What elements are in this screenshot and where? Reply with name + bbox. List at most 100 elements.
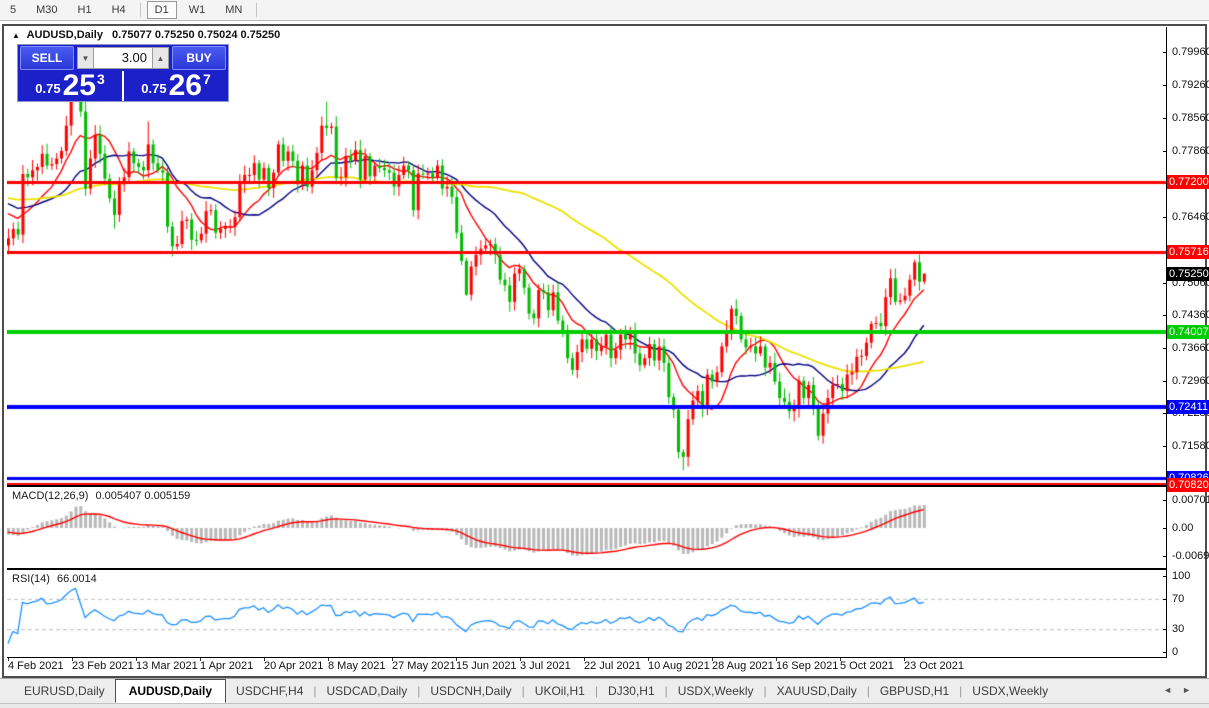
- date-tick-label: 16 Sep 2021: [776, 660, 839, 672]
- buy-price-prefix: 0.75: [141, 81, 167, 96]
- macd-label: MACD(12,26,9) 0.005407 0.005159: [12, 490, 190, 502]
- date-tick-label: 10 Aug 2021: [648, 660, 710, 672]
- timeframe-button-d1[interactable]: D1: [146, 1, 177, 19]
- sell-price-prefix: 0.75: [35, 81, 61, 96]
- tab-usdx-weekly[interactable]: USDX,Weekly: [668, 680, 764, 703]
- date-tick-label: 8 May 2021: [328, 660, 386, 672]
- price-tick-mark: [1163, 150, 1167, 152]
- one-click-trade-panel: SELL ▼ 3.00 ▲ BUY 0.75 25 3 0.75 26 7: [17, 44, 229, 102]
- price-tick-mark: [1163, 85, 1167, 87]
- sell-price-pip-digit: 3: [96, 71, 105, 87]
- price-tick-label: 0.79260: [1172, 79, 1209, 92]
- chart-title: ▲ AUDUSD,Daily 0.75077 0.75250 0.75024 0…: [12, 29, 280, 41]
- price-tick-label: 0.78560: [1172, 112, 1209, 125]
- timeframe-button-h1[interactable]: H1: [70, 1, 100, 19]
- price-tick-mark: [1163, 52, 1167, 54]
- price-tick-mark: [1163, 118, 1167, 120]
- timeframe-button-m30[interactable]: M30: [28, 1, 65, 19]
- timeframe-button-mn[interactable]: MN: [217, 1, 250, 19]
- date-tick-label: 4 Feb 2021: [8, 660, 64, 672]
- price-tick-label: 0.71580: [1172, 440, 1209, 453]
- tab-dj30-h1[interactable]: DJ30,H1: [598, 680, 665, 703]
- volume-down-button[interactable]: ▼: [77, 47, 94, 69]
- tab-ukoil-h1[interactable]: UKOil,H1: [525, 680, 595, 703]
- rsi-tick-mark: [1163, 652, 1167, 653]
- level-price-label: 0.72411: [1167, 399, 1209, 414]
- date-tick-label: 1 Apr 2021: [200, 660, 254, 672]
- price-tick-label: 0.73660: [1172, 342, 1209, 355]
- price-tick-mark: [1163, 381, 1167, 383]
- date-tick-label: 5 Oct 2021: [840, 660, 894, 672]
- sell-button[interactable]: SELL: [20, 46, 74, 70]
- macd-tick-label: -0.006923: [1172, 549, 1209, 562]
- rsi-tick-label: 30: [1172, 623, 1185, 636]
- price-axis-border: [1166, 27, 1167, 658]
- rsi-tick-label: 70: [1172, 592, 1185, 605]
- volume-input[interactable]: 3.00: [94, 47, 152, 69]
- sell-price-display[interactable]: 0.75 25 3: [18, 71, 124, 101]
- price-tick-label: 0.77860: [1172, 144, 1209, 157]
- price-tick-mark: [1163, 282, 1167, 284]
- macd-tick-mark: [1163, 555, 1167, 557]
- price-tick-mark: [1163, 348, 1167, 350]
- timeframe-button-h4[interactable]: H4: [104, 1, 134, 19]
- timeframe-button-w1[interactable]: W1: [181, 1, 214, 19]
- tab-usdchf-h4[interactable]: USDCHF,H4: [226, 680, 313, 703]
- trading-terminal: 5 M30 H1 H4 D1 W1 MN ▲ AUDUSD,Daily 0.75077 0.…: [0, 0, 1209, 708]
- buy-price-display[interactable]: 0.75 26 7: [124, 71, 228, 101]
- rsi-tick-mark: [1163, 629, 1167, 631]
- collapse-icon[interactable]: ▲: [12, 31, 20, 40]
- price-tick-label: 0.74360: [1172, 309, 1209, 322]
- timeframe-button-5[interactable]: 5: [2, 1, 24, 19]
- bottom-status-strip: [0, 703, 1209, 708]
- tab-audusd-daily[interactable]: AUDUSD,Daily: [114, 679, 227, 703]
- date-tick-label: 15 Jun 2021: [456, 660, 517, 672]
- price-tick-mark: [1163, 216, 1167, 218]
- macd-tick-mark: [1163, 528, 1167, 529]
- tab-eurusd-daily[interactable]: EURUSD,Daily: [14, 680, 115, 703]
- rsi-value: 66.0014: [56, 573, 97, 585]
- chart-ohlc-values: 0.75077 0.75250 0.75024 0.75250: [112, 29, 281, 41]
- rsi-name: RSI(14): [12, 573, 50, 585]
- price-tick-label: 0.72960: [1172, 375, 1209, 388]
- rsi-tick-mark: [1163, 576, 1167, 577]
- price-tick-mark: [1163, 315, 1167, 317]
- tab-usdcnh-daily[interactable]: USDCNH,Daily: [420, 680, 521, 703]
- date-tick-label: 3 Jul 2021: [520, 660, 571, 672]
- rsi-tick-label: 0: [1172, 646, 1179, 658]
- toolbar-separator: [139, 3, 141, 17]
- price-tick-mark: [1163, 446, 1167, 448]
- symbol-tab-bar: EURUSD,Daily AUDUSD,Daily USDCHF,H4 | USDCAD…: [0, 678, 1209, 703]
- level-price-label: 0.74007: [1167, 325, 1209, 339]
- macd-name: MACD(12,26,9): [12, 490, 89, 502]
- rsi-label: RSI(14) 66.0014: [12, 573, 97, 585]
- macd-values: 0.005407 0.005159: [95, 490, 191, 502]
- pane-border: [7, 657, 1167, 658]
- level-price-label: 0.75716: [1167, 244, 1209, 259]
- level-price-label: 0.77200: [1167, 175, 1209, 189]
- buy-button[interactable]: BUY: [172, 46, 226, 70]
- toolbar-separator: [256, 3, 258, 17]
- date-tick-label: 28 Aug 2021: [712, 660, 774, 672]
- level-price-label: 0.70820: [1167, 477, 1209, 492]
- date-tick-label: 27 May 2021: [392, 660, 456, 672]
- macd-tick-mark: [1163, 500, 1167, 501]
- tab-usdx-weekly[interactable]: USDX,Weekly: [962, 680, 1058, 703]
- chart-symbol-label: AUDUSD,Daily: [26, 29, 103, 41]
- volume-up-button[interactable]: ▲: [152, 47, 169, 69]
- tab-xauusd-daily[interactable]: XAUUSD,Daily: [767, 680, 867, 703]
- rsi-indicator-pane[interactable]: [7, 570, 1166, 657]
- current-price-label: 0.75250: [1167, 266, 1209, 281]
- sell-price-big-digits: 25: [62, 69, 96, 102]
- buy-price-big-digits: 26: [168, 69, 202, 102]
- tab-gbpusd-h1[interactable]: GBPUSD,H1: [870, 680, 959, 703]
- macd-tick-label: 0.007015: [1172, 494, 1209, 506]
- macd-tick-label: 0.00: [1172, 522, 1194, 534]
- price-tick-label: 0.79960: [1172, 46, 1209, 59]
- tab-scroll-arrows[interactable]: ◄►: [1163, 685, 1201, 695]
- tab-usdcad-daily[interactable]: USDCAD,Daily: [317, 680, 418, 703]
- date-tick-label: 23 Oct 2021: [904, 660, 964, 672]
- date-tick-label: 13 Mar 2021: [136, 660, 198, 672]
- rsi-tick-label: 100: [1172, 570, 1191, 582]
- buy-price-pip-digit: 7: [202, 71, 211, 87]
